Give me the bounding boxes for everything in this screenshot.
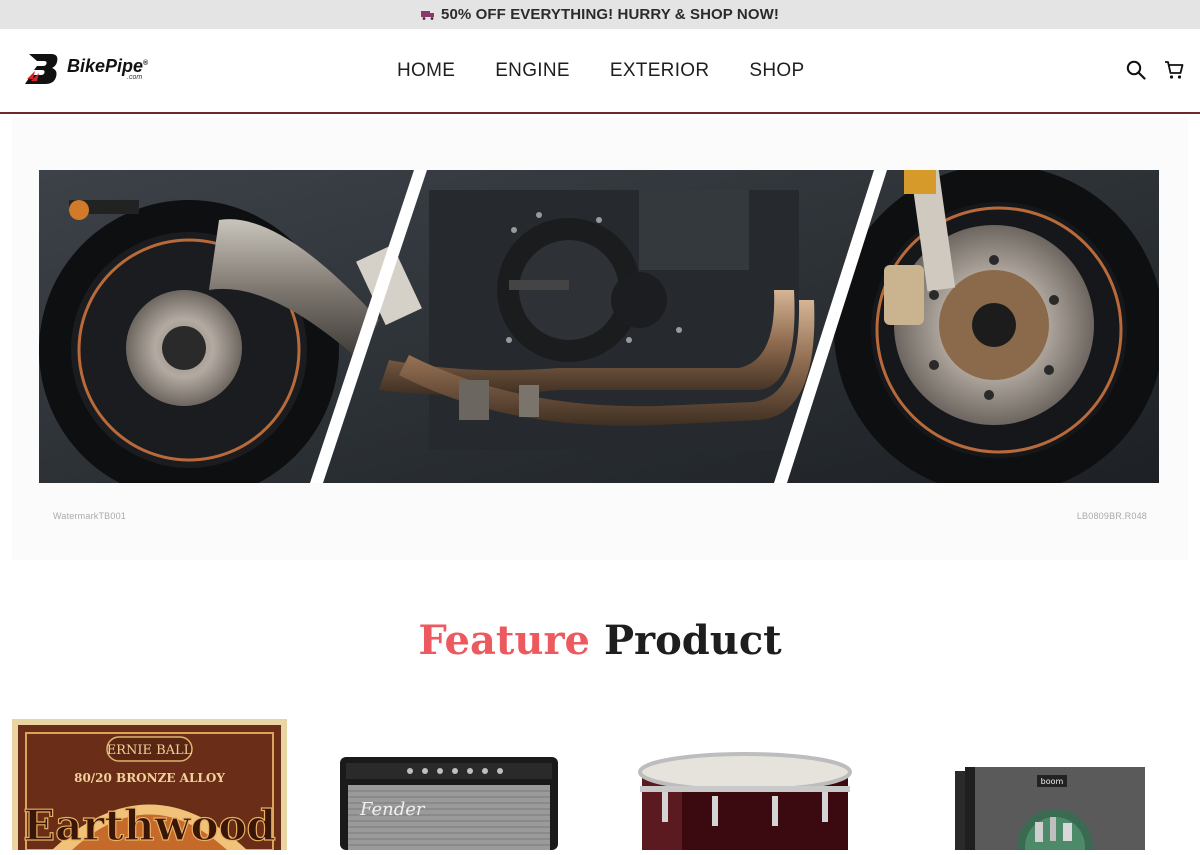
nav-shop[interactable]: SHOP: [749, 60, 804, 82]
feature-heading-rest: Product: [603, 617, 782, 664]
product-line-label: 80/20 BRONZE ALLOY: [74, 771, 225, 785]
amp-brand-label: Fender: [359, 799, 426, 820]
feature-heading-accent: Feature: [418, 617, 590, 664]
product-card-amplifier[interactable]: Fender: [340, 757, 560, 850]
nav-home[interactable]: HOME: [397, 60, 455, 82]
feature-product-heading: Feature Product: [0, 617, 1200, 664]
promo-bar: 50% OFF EVERYTHING! HURRY & SHOP NOW!: [0, 0, 1200, 29]
brand-name: BikePipe®: [67, 56, 149, 76]
hero-banner: WatermarkTB001 LB0809BR.R048: [12, 118, 1188, 560]
hero-image[interactable]: [39, 170, 1159, 483]
site-logo[interactable]: BikePipe® .com: [25, 51, 148, 87]
hero-caption-right: LB0809BR.R048: [1076, 511, 1147, 521]
brand-domain: .com: [127, 74, 143, 81]
site-header: BikePipe® .com HOME ENGINE EXTERIOR SHOP: [0, 29, 1200, 114]
product-image-amplifier: Fender: [340, 757, 558, 850]
nav-exterior[interactable]: EXTERIOR: [610, 60, 710, 82]
main-nav: HOME ENGINE EXTERIOR SHOP: [397, 60, 804, 82]
product-image-drum: [638, 752, 852, 850]
product-card-drum[interactable]: [632, 752, 858, 850]
product-image-earthwood: ERNIE BALL 80/20 BRONZE ALLOY Earthwood: [12, 719, 287, 851]
product-title-label: Earthwood: [23, 801, 276, 850]
bikepipe-logo-icon: [25, 54, 58, 84]
cart-icon[interactable]: [1164, 60, 1184, 80]
header-icons: [1126, 60, 1184, 80]
product-brand-label: ERNIE BALL: [107, 743, 193, 758]
product-card-earthwood[interactable]: ERNIE BALL 80/20 BRONZE ALLOY Earthwood: [12, 719, 287, 851]
product-image-sample-library: boom: [955, 767, 1145, 855]
library-brand-label: boom: [1041, 777, 1064, 786]
search-icon[interactable]: [1126, 60, 1146, 80]
motorcycle-hero-illustration: [39, 170, 1159, 483]
hero-caption-left: WatermarkTB001: [53, 511, 126, 521]
truck-icon: [421, 10, 435, 20]
nav-engine[interactable]: ENGINE: [495, 60, 570, 82]
product-card-sample-library[interactable]: boom: [955, 767, 1145, 855]
promo-text: 50% OFF EVERYTHING! HURRY & SHOP NOW!: [441, 6, 779, 23]
